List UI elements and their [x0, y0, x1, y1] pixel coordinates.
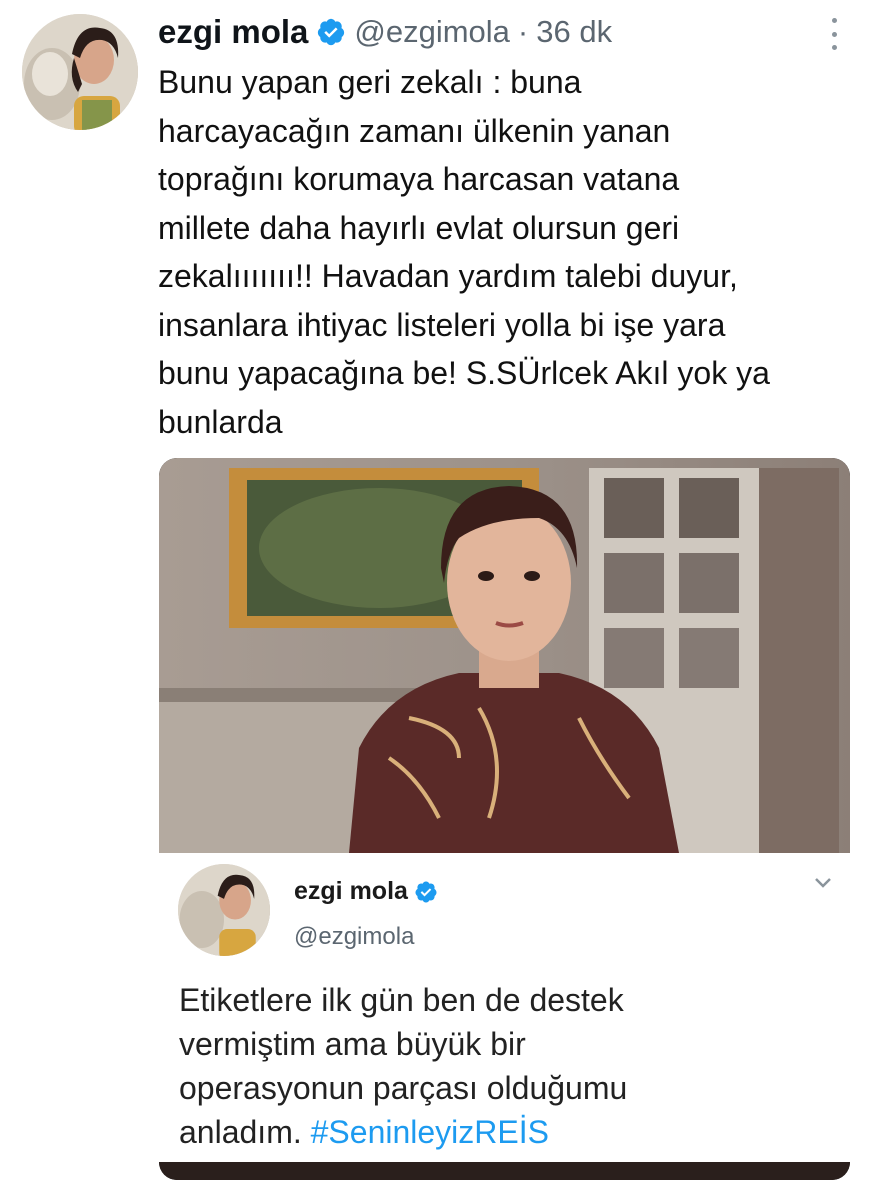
- media-photo: [159, 458, 850, 853]
- more-vertical-icon[interactable]: [829, 18, 839, 50]
- tweet-timestamp[interactable]: 36 dk: [536, 14, 612, 50]
- separator-dot: ·: [517, 14, 529, 49]
- quoted-author-avatar[interactable]: [178, 864, 270, 956]
- tweet-text: Bunu yapan geri zekalı : buna harcayacağ…: [158, 64, 770, 440]
- chevron-down-icon[interactable]: [814, 877, 832, 889]
- author-handle[interactable]: @ezgimola: [354, 14, 510, 50]
- quoted-tweet-card[interactable]: ezgi mola @ezgimola Etiketlere ilk gün b…: [159, 853, 850, 1162]
- quoted-author-row: ezgi mola: [294, 877, 438, 906]
- media-bottom-strip: [159, 1162, 850, 1180]
- quoted-tweet-text: Etiketlere ilk gün ben de destek vermişt…: [179, 978, 819, 1154]
- tweet-media[interactable]: ezgi mola @ezgimola Etiketlere ilk gün b…: [159, 458, 850, 1180]
- author-name[interactable]: ezgi mola: [158, 13, 308, 51]
- author-avatar[interactable]: [22, 14, 138, 130]
- tweet-header: ezgi mola @ezgimola · 36 dk: [158, 10, 855, 54]
- verified-badge-icon: [318, 18, 345, 46]
- quoted-hashtag[interactable]: #SeninleyizREİS: [311, 1114, 549, 1150]
- verified-badge-icon: [415, 881, 437, 902]
- quoted-author-name[interactable]: ezgi mola: [294, 877, 408, 906]
- quoted-author-handle[interactable]: @ezgimola: [294, 923, 414, 951]
